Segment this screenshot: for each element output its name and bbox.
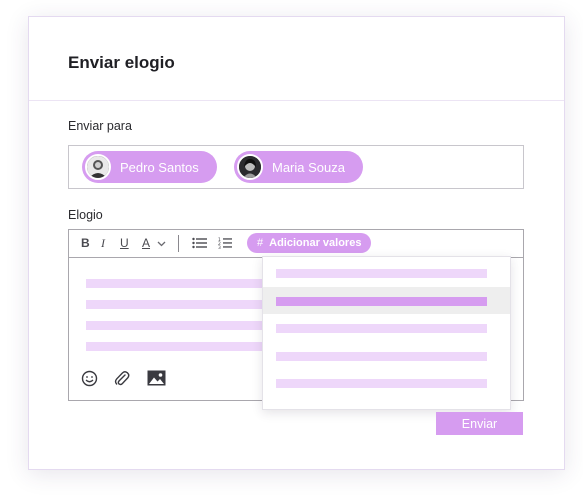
recipient-name: Maria Souza [272,159,345,175]
numbered-list-icon[interactable]: 1 2 3 [218,237,232,252]
recipient-name: Pedro Santos [120,159,199,175]
hash-icon: # [257,237,264,249]
italic-icon[interactable]: I [101,236,105,250]
recipient-chip-maria[interactable]: Maria Souza [234,151,363,183]
underline-icon[interactable]: U [120,236,129,250]
recipients-label: Enviar para [68,119,132,133]
emoji-icon[interactable] [81,370,98,392]
bullet-list-icon[interactable] [192,237,207,252]
editor-toolbar: B I U A 1 2 3 # Adicionar valores [69,230,523,258]
value-option[interactable] [263,342,510,369]
dialog-title: Enviar elogio [68,53,175,72]
placeholder-text-line [86,300,262,309]
value-option-placeholder [276,352,487,361]
value-option-placeholder [276,379,487,388]
placeholder-text-line [86,321,262,330]
recipient-chip-pedro[interactable]: Pedro Santos [82,151,217,183]
placeholder-text-line [86,279,262,288]
image-icon[interactable] [147,370,166,391]
value-option-highlighted[interactable] [263,287,510,314]
values-dropdown [262,256,511,410]
message-label: Elogio [68,208,103,222]
value-option-placeholder [276,324,487,333]
send-button[interactable]: Enviar [436,412,523,435]
avatar [85,154,111,180]
recipients-field[interactable]: Pedro Santos Maria Souza [68,145,524,189]
text-color-icon[interactable]: A [142,236,150,250]
placeholder-text-line [86,342,262,351]
value-option[interactable] [263,314,510,341]
toolbar-separator [178,235,179,252]
value-option[interactable] [263,369,510,396]
add-values-button[interactable]: # Adicionar valores [247,233,372,253]
bold-icon[interactable]: B [81,236,90,250]
chevron-down-icon[interactable] [157,237,166,251]
svg-text:3: 3 [218,245,221,249]
avatar [237,154,263,180]
value-option-placeholder [276,297,487,306]
add-values-label: Adicionar valores [269,237,362,249]
value-option[interactable] [263,259,510,286]
value-option-placeholder [276,269,487,278]
header-divider [29,100,564,101]
paperclip-icon[interactable] [114,370,130,392]
